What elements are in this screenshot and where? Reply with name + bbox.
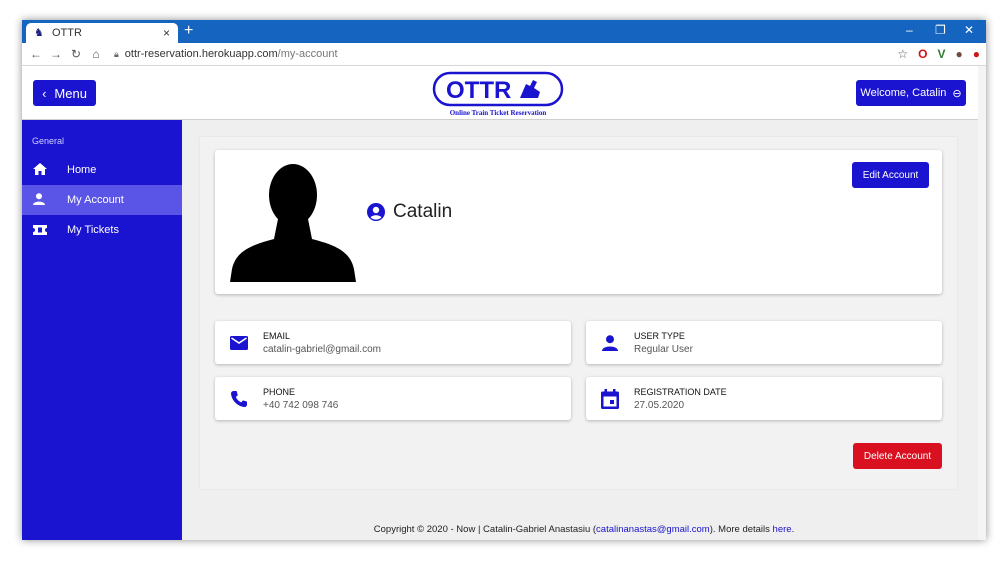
back-icon[interactable]: ← [26,47,46,61]
edit-account-button[interactable]: Edit Account [852,162,929,188]
ticket-icon [22,223,67,238]
browser-extensions: ☆ O V ● ● [897,47,980,61]
delete-account-button[interactable]: Delete Account [853,443,942,469]
url-host: ottr-reservation.herokuapp.com [124,48,278,60]
extension-badge-icon[interactable]: ● [973,47,980,61]
logo-text: OTTR [446,77,511,104]
sidebar-item-label: My Account [67,194,124,206]
menu-label: Menu [54,85,87,101]
phone-label: PHONE [263,386,296,397]
user-icon [22,192,67,208]
phone-card: PHONE +40 742 098 746 [215,377,571,420]
email-card: EMAIL catalin-gabriel@gmail.com [215,321,571,364]
registration-date-label: REGISTRATION DATE [634,386,727,397]
tab-title: OTTR [52,27,82,39]
person-icon [586,334,634,351]
tab-close-icon[interactable]: × [163,26,170,40]
lock-icon: 🔒︎ [114,48,119,59]
user-type-label: USER TYPE [634,330,685,341]
chevron-left-icon: ‹ [42,85,47,101]
train-figure-icon [520,80,540,98]
calendar-icon [586,388,634,409]
window-close-icon[interactable]: ✕ [964,23,974,37]
footer-text: Copyright © 2020 - Now | Catalin-Gabriel… [373,524,597,535]
forward-icon[interactable]: → [46,47,66,61]
account-panel: Catalin Edit Account EMAIL catalin-gabri… [200,137,957,489]
email-label: EMAIL [263,330,291,341]
app-header: ‹ Menu OTTR Online Train Ticket Reservat… [22,66,986,120]
vue-extension-icon[interactable]: V [937,47,945,61]
restore-icon[interactable]: ❐ [935,23,946,37]
profile-card: Catalin Edit Account [215,150,942,294]
sidebar-item-home[interactable]: Home [22,155,182,185]
sidebar-item-label: My Tickets [67,224,119,236]
new-tab-button[interactable]: + [184,23,193,39]
mail-icon [215,335,263,350]
ottr-logo[interactable]: OTTR Online Train Ticket Reservation [432,70,564,118]
address-bar: ← → ↻ ⌂ 🔒︎ ottr-reservation.herokuapp.co… [22,43,986,66]
registration-date-value: 27.05.2020 [634,399,685,411]
email-value: catalin-gabriel@gmail.com [263,343,381,355]
url-path: /my-account [277,48,338,60]
avatar-silhouette [230,164,356,282]
sidebar-item-my-tickets[interactable]: My Tickets [22,215,182,245]
sidebar-heading: General [32,136,65,146]
main-content: Catalin Edit Account EMAIL catalin-gabri… [182,120,986,540]
browser-tab[interactable]: ♞ OTTR × [26,23,178,43]
footer-email-link[interactable]: catalinanastas@gmail.com [596,524,710,535]
sidebar-item-my-account[interactable]: My Account [22,185,182,215]
phone-icon [215,390,263,408]
ottr-favicon-icon: ♞ [34,27,44,39]
minimize-icon[interactable]: – [906,23,913,37]
sidebar-item-label: Home [67,164,97,176]
reload-icon[interactable]: ↻ [66,47,86,61]
registration-date-card: REGISTRATION DATE 27.05.2020 [586,377,942,420]
chevron-circle-down-icon: ⊖ [952,87,962,100]
browser-tab-bar: ♞ OTTR × + – ❐ ✕ [22,20,986,43]
welcome-user-button[interactable]: Welcome, Catalin ⊖ [856,80,966,106]
sidebar: General Home My Account My Tickets [22,120,182,540]
footer: Copyright © 2020 - Now | Catalin-Gabriel… [182,524,986,535]
star-icon[interactable]: ☆ [897,47,908,61]
opera-extension-icon[interactable]: O [918,47,927,61]
user-type-value: Regular User [634,343,693,355]
footer-here-link[interactable]: here [773,524,792,535]
user-circle-icon [367,203,385,221]
user-type-card: USER TYPE Regular User [586,321,942,364]
url-field[interactable]: ottr-reservation.herokuapp.com/my-accoun… [125,48,338,60]
phone-value: +40 742 098 746 [263,399,339,411]
welcome-label: Welcome, Catalin [860,87,947,99]
footer-text-end: . [791,524,795,535]
logo-subtitle: Online Train Ticket Reservation [450,109,547,117]
home-browser-icon[interactable]: ⌂ [86,47,106,61]
home-icon [22,162,67,178]
profile-name: Catalin [367,201,452,223]
browser-window: ♞ OTTR × + – ❐ ✕ ← → ↻ ⌂ 🔒︎ ottr-reserva… [22,20,986,540]
profile-name-text: Catalin [393,201,453,222]
footer-text-middle: ). More details [709,524,773,535]
profile-avatar-icon[interactable]: ● [956,47,963,61]
menu-button[interactable]: ‹ Menu [33,80,96,106]
scrollbar[interactable] [978,66,986,540]
